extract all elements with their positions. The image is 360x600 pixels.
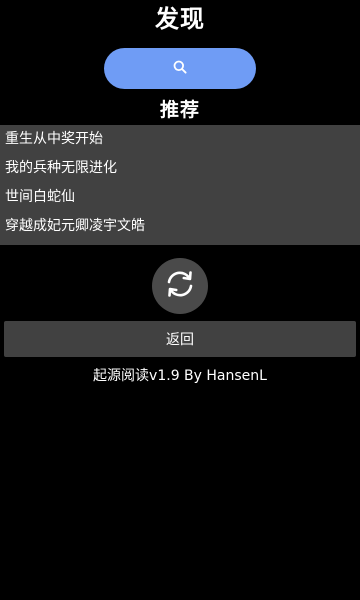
- recommend-list: 重生从中奖开始 我的兵种无限进化 世间白蛇仙 穿越成妃元卿凌宇文皓: [0, 125, 360, 245]
- recommend-item[interactable]: 世间白蛇仙: [0, 183, 360, 212]
- back-button[interactable]: 返回: [4, 321, 356, 357]
- page-title: 发现: [155, 5, 205, 33]
- recommend-item[interactable]: 我的兵种无限进化: [0, 154, 360, 183]
- search-button[interactable]: [104, 48, 256, 89]
- search-icon: [173, 59, 187, 78]
- version-text: 起源阅读v1.9 By HansenL: [93, 368, 267, 384]
- recommend-item[interactable]: 重生从中奖开始: [0, 125, 360, 154]
- recommend-title: 推荐: [159, 99, 200, 121]
- recommend-item[interactable]: 穿越成妃元卿凌宇文皓: [0, 212, 360, 241]
- refresh-icon: [162, 266, 198, 306]
- refresh-button[interactable]: [152, 258, 208, 314]
